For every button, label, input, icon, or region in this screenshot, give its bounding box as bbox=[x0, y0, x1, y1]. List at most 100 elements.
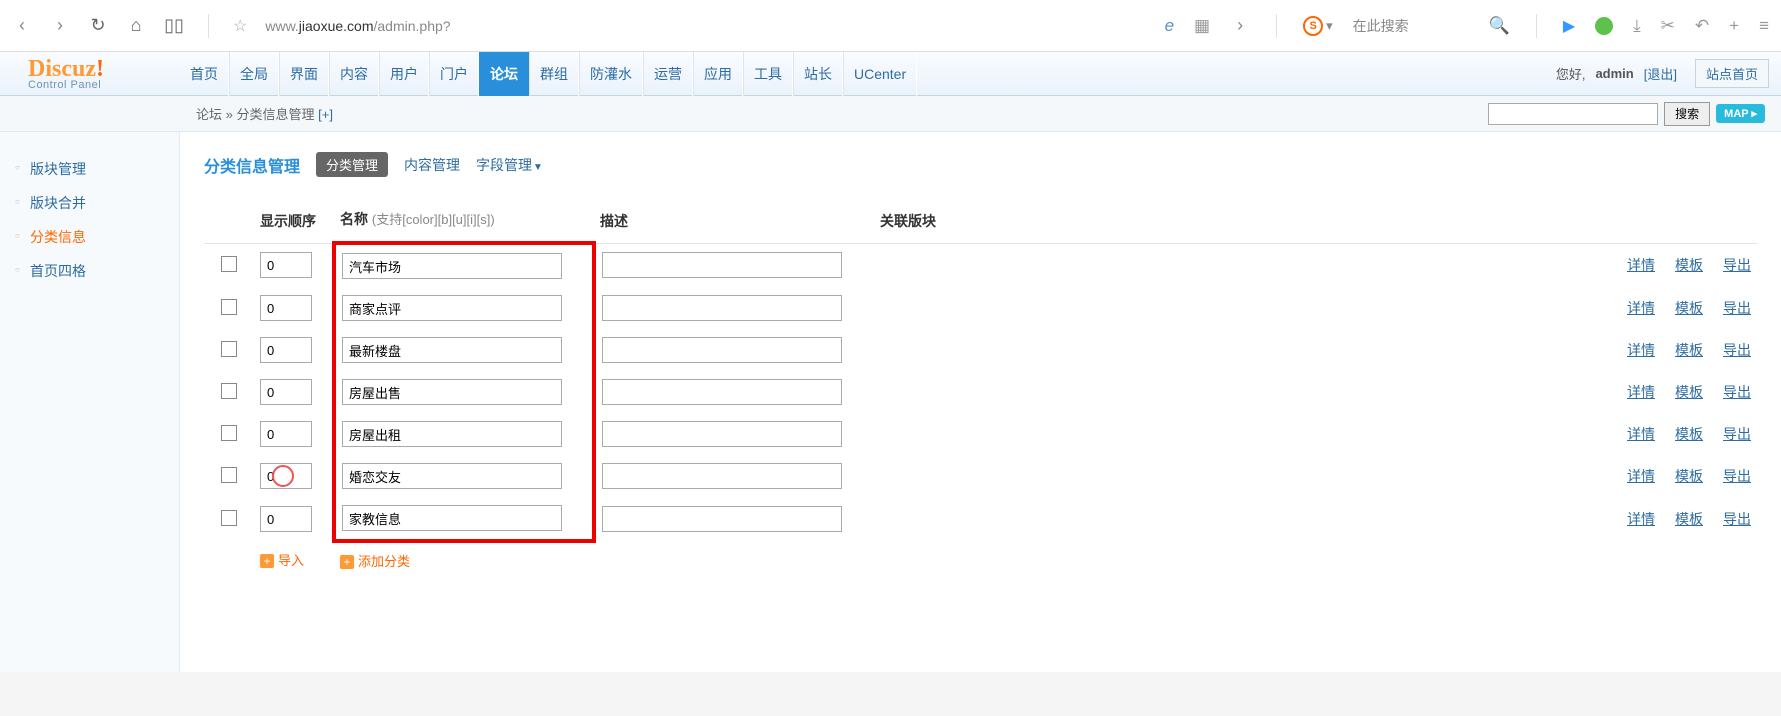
action-template[interactable]: 模板 bbox=[1675, 426, 1703, 442]
action-template[interactable]: 模板 bbox=[1675, 384, 1703, 400]
refresh-icon[interactable]: ↻ bbox=[88, 15, 108, 36]
row-checkbox[interactable] bbox=[221, 256, 237, 272]
chevron-right-icon[interactable]: › bbox=[1230, 15, 1250, 36]
top-nav-item[interactable]: 界面 bbox=[279, 52, 329, 96]
top-nav-item[interactable]: 用户 bbox=[379, 52, 429, 96]
order-input[interactable] bbox=[260, 337, 312, 363]
action-detail[interactable]: 详情 bbox=[1627, 426, 1655, 442]
back-button[interactable]: ‹ bbox=[12, 15, 32, 36]
order-input[interactable] bbox=[260, 421, 312, 447]
top-nav-item[interactable]: 门户 bbox=[429, 52, 479, 96]
action-detail[interactable]: 详情 bbox=[1627, 342, 1655, 358]
name-input[interactable] bbox=[342, 295, 562, 321]
order-input[interactable] bbox=[260, 379, 312, 405]
top-nav-item[interactable]: 防灌水 bbox=[579, 52, 643, 96]
breadcrumb-add[interactable]: [+] bbox=[315, 107, 333, 122]
top-nav-item[interactable]: 内容 bbox=[329, 52, 379, 96]
action-export[interactable]: 导出 bbox=[1723, 342, 1751, 358]
order-input[interactable] bbox=[260, 252, 312, 278]
map-badge[interactable]: MAP ▸ bbox=[1716, 104, 1765, 123]
desc-input[interactable] bbox=[602, 421, 842, 447]
action-export[interactable]: 导出 bbox=[1723, 426, 1751, 442]
top-nav-item[interactable]: 站长 bbox=[793, 52, 843, 96]
row-checkbox[interactable] bbox=[221, 510, 237, 526]
row-checkbox[interactable] bbox=[221, 299, 237, 315]
sidebar-item[interactable]: 版块管理 bbox=[0, 152, 179, 186]
action-template[interactable]: 模板 bbox=[1675, 257, 1703, 273]
action-detail[interactable]: 详情 bbox=[1627, 468, 1655, 484]
desc-input[interactable] bbox=[602, 337, 842, 363]
desc-input[interactable] bbox=[602, 252, 842, 278]
action-export[interactable]: 导出 bbox=[1723, 468, 1751, 484]
subtab-category[interactable]: 分类管理 bbox=[316, 152, 388, 177]
sidebar-item[interactable]: 首页四格 bbox=[0, 254, 179, 288]
order-input[interactable] bbox=[260, 463, 312, 489]
download-icon[interactable]: ⤓ bbox=[1633, 16, 1641, 36]
reader-icon[interactable]: ▯▯ bbox=[164, 15, 184, 36]
ie-icon[interactable]: e bbox=[1165, 16, 1174, 36]
table-row: 详情 模板 导出 bbox=[204, 497, 1757, 541]
desc-input[interactable] bbox=[602, 379, 842, 405]
top-nav-item[interactable]: 全局 bbox=[229, 52, 279, 96]
action-detail[interactable]: 详情 bbox=[1627, 300, 1655, 316]
order-input[interactable] bbox=[260, 295, 312, 321]
desc-input[interactable] bbox=[602, 463, 842, 489]
logout-link[interactable]: [退出] bbox=[1644, 64, 1677, 83]
row-checkbox[interactable] bbox=[221, 425, 237, 441]
sidebar-item[interactable]: 分类信息 bbox=[0, 220, 179, 254]
action-export[interactable]: 导出 bbox=[1723, 384, 1751, 400]
admin-search-button[interactable]: 搜索 bbox=[1664, 102, 1710, 126]
cut-icon[interactable]: ✂ bbox=[1661, 16, 1675, 36]
top-nav-item[interactable]: 首页 bbox=[180, 52, 229, 96]
name-input[interactable] bbox=[342, 337, 562, 363]
add-tab-icon[interactable]: + bbox=[1729, 16, 1739, 36]
import-link[interactable]: +导入 bbox=[260, 553, 304, 568]
qr-icon[interactable]: ▦ bbox=[1194, 16, 1210, 36]
search-placeholder[interactable]: 在此搜索 bbox=[1353, 16, 1409, 36]
forward-button[interactable]: › bbox=[50, 15, 70, 36]
action-detail[interactable]: 详情 bbox=[1627, 384, 1655, 400]
row-checkbox[interactable] bbox=[221, 341, 237, 357]
name-input[interactable] bbox=[342, 421, 562, 447]
admin-search-input[interactable] bbox=[1488, 103, 1658, 125]
action-detail[interactable]: 详情 bbox=[1627, 257, 1655, 273]
row-checkbox[interactable] bbox=[221, 467, 237, 483]
desc-input[interactable] bbox=[602, 295, 842, 321]
sogou-icon[interactable]: S▾ bbox=[1303, 16, 1333, 36]
top-nav-item[interactable]: 运营 bbox=[643, 52, 693, 96]
menu-icon[interactable]: ≡ bbox=[1759, 16, 1769, 36]
action-template[interactable]: 模板 bbox=[1675, 300, 1703, 316]
row-checkbox[interactable] bbox=[221, 383, 237, 399]
undo-icon[interactable]: ↶ bbox=[1695, 16, 1709, 36]
top-nav-item[interactable]: 论坛 bbox=[479, 52, 529, 96]
name-input[interactable] bbox=[342, 379, 562, 405]
action-template[interactable]: 模板 bbox=[1675, 511, 1703, 527]
home-icon[interactable]: ⌂ bbox=[126, 15, 146, 36]
action-export[interactable]: 导出 bbox=[1723, 257, 1751, 273]
add-category-link[interactable]: +添加分类 bbox=[340, 554, 410, 569]
wechat-icon[interactable] bbox=[1595, 17, 1613, 35]
play-icon[interactable]: ▶ bbox=[1563, 16, 1575, 36]
site-home-button[interactable]: 站点首页 bbox=[1695, 59, 1769, 88]
top-nav-item[interactable]: 群组 bbox=[529, 52, 579, 96]
subtab-fields[interactable]: 字段管理▼ bbox=[476, 155, 543, 175]
action-template[interactable]: 模板 bbox=[1675, 342, 1703, 358]
order-input[interactable] bbox=[260, 506, 312, 532]
action-export[interactable]: 导出 bbox=[1723, 300, 1751, 316]
sidebar-item[interactable]: 版块合并 bbox=[0, 186, 179, 220]
action-export[interactable]: 导出 bbox=[1723, 511, 1751, 527]
action-template[interactable]: 模板 bbox=[1675, 468, 1703, 484]
name-input[interactable] bbox=[342, 253, 562, 279]
favorite-icon[interactable]: ☆ bbox=[233, 16, 247, 36]
name-input[interactable] bbox=[342, 463, 562, 489]
subtab-content[interactable]: 内容管理 bbox=[404, 155, 460, 175]
search-icon[interactable]: 🔍 bbox=[1489, 16, 1510, 36]
top-nav-item[interactable]: 应用 bbox=[693, 52, 743, 96]
top-nav-item[interactable]: UCenter bbox=[843, 52, 917, 96]
top-nav-item[interactable]: 工具 bbox=[743, 52, 793, 96]
url-bar[interactable]: www.jiaoxue.com/admin.php? bbox=[265, 18, 1146, 34]
name-input[interactable] bbox=[342, 505, 562, 531]
desc-input[interactable] bbox=[602, 506, 842, 532]
browser-toolbar: ‹ › ↻ ⌂ ▯▯ ☆ www.jiaoxue.com/admin.php? … bbox=[0, 0, 1781, 52]
action-detail[interactable]: 详情 bbox=[1627, 511, 1655, 527]
